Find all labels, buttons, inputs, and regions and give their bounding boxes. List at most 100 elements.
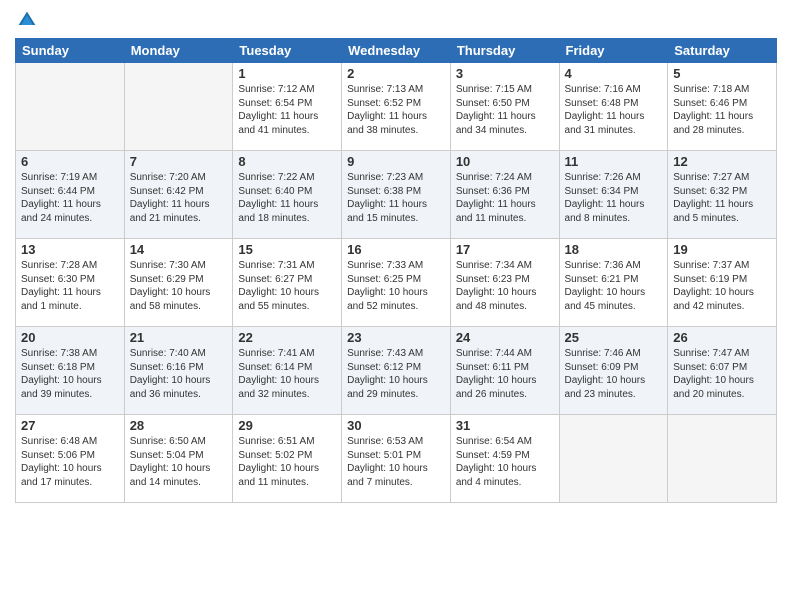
day-number: 5 [673,66,771,81]
cell-info: Sunrise: 7:13 AMSunset: 6:52 PMDaylight:… [347,83,445,137]
day-number: 14 [130,242,228,257]
day-number: 19 [673,242,771,257]
cell-info: Sunrise: 7:15 AMSunset: 6:50 PMDaylight:… [456,83,554,137]
calendar-cell: 18Sunrise: 7:36 AMSunset: 6:21 PMDayligh… [559,239,668,327]
cell-info: Sunrise: 7:33 AMSunset: 6:25 PMDaylight:… [347,259,445,313]
cell-info: Sunrise: 7:47 AMSunset: 6:07 PMDaylight:… [673,347,771,401]
calendar-cell: 12 Sunrise: 7:27 AMSunset: 6:32 PMDayligh… [668,151,777,239]
calendar-cell: 4 Sunrise: 7:16 AMSunset: 6:48 PMDaylight… [559,63,668,151]
cell-info: Sunrise: 7:34 AMSunset: 6:23 PMDaylight:… [456,259,554,313]
day-number: 17 [456,242,554,257]
cell-info: Sunrise: 6:54 AMSunset: 4:59 PMDaylight:… [456,435,554,489]
cell-info: Sunrise: 6:50 AMSunset: 5:04 PMDaylight:… [130,435,228,489]
calendar-cell: 17 Sunrise: 7:34 AMSunset: 6:23 PMDayligh… [450,239,559,327]
calendar-cell: 29Sunrise: 6:51 AMSunset: 5:02 PMDayligh… [233,415,342,503]
calendar-cell: 11Sunrise: 7:26 AMSunset: 6:34 PMDayligh… [559,151,668,239]
cell-info: Sunrise: 6:51 AMSunset: 5:02 PMDaylight:… [238,435,336,489]
cell-info: Sunrise: 7:23 AMSunset: 6:38 PMDaylight:… [347,171,445,225]
cell-info: Sunrise: 7:30 AMSunset: 6:29 PMDaylight:… [130,259,228,313]
day-number: 8 [238,154,336,169]
cell-info: Sunrise: 7:43 AMSunset: 6:12 PMDaylight:… [347,347,445,401]
calendar-week-row: 20 Sunrise: 7:38 AMSunset: 6:18 PMDayligh… [16,327,777,415]
cell-info: Sunrise: 7:20 AMSunset: 6:42 PMDaylight:… [130,171,228,225]
weekday-header-cell: Friday [559,39,668,63]
cell-info: Sunrise: 7:24 AMSunset: 6:36 PMDaylight:… [456,171,554,225]
cell-info: Sunrise: 7:46 AMSunset: 6:09 PMDaylight:… [565,347,663,401]
cell-info: Sunrise: 7:18 AMSunset: 6:46 PMDaylight:… [673,83,771,137]
cell-info: Sunrise: 7:19 AMSunset: 6:44 PMDaylight:… [21,171,119,225]
weekday-header-cell: Thursday [450,39,559,63]
calendar-cell: 25 Sunrise: 7:46 AMSunset: 6:09 PMDayligh… [559,327,668,415]
page: SundayMondayTuesdayWednesdayThursdayFrid… [0,0,792,612]
day-number: 26 [673,330,771,345]
cell-info: Sunrise: 7:36 AMSunset: 6:21 PMDaylight:… [565,259,663,313]
calendar-cell: 21Sunrise: 7:40 AMSunset: 6:16 PMDayligh… [124,327,233,415]
day-number: 20 [21,330,119,345]
calendar-cell: 15 Sunrise: 7:31 AMSunset: 6:27 PMDayligh… [233,239,342,327]
day-number: 1 [238,66,336,81]
day-number: 16 [347,242,445,257]
cell-info: Sunrise: 7:44 AMSunset: 6:11 PMDaylight:… [456,347,554,401]
day-number: 4 [565,66,663,81]
weekday-header-row: SundayMondayTuesdayWednesdayThursdayFrid… [16,39,777,63]
logo [15,10,37,30]
day-number: 28 [130,418,228,433]
calendar-cell: 14 Sunrise: 7:30 AMSunset: 6:29 PMDayligh… [124,239,233,327]
weekday-header-cell: Monday [124,39,233,63]
cell-info: Sunrise: 7:28 AMSunset: 6:30 PMDaylight:… [21,259,119,313]
calendar-cell: 26 Sunrise: 7:47 AMSunset: 6:07 PMDayligh… [668,327,777,415]
day-number: 13 [21,242,119,257]
cell-info: Sunrise: 6:53 AMSunset: 5:01 PMDaylight:… [347,435,445,489]
day-number: 3 [456,66,554,81]
cell-info: Sunrise: 7:31 AMSunset: 6:27 PMDaylight:… [238,259,336,313]
weekday-header-cell: Tuesday [233,39,342,63]
cell-info: Sunrise: 7:38 AMSunset: 6:18 PMDaylight:… [21,347,119,401]
calendar-week-row: 13 Sunrise: 7:28 AMSunset: 6:30 PMDayligh… [16,239,777,327]
day-number: 2 [347,66,445,81]
day-number: 10 [456,154,554,169]
calendar-week-row: 27 Sunrise: 6:48 AMSunset: 5:06 PMDayligh… [16,415,777,503]
cell-info: Sunrise: 7:22 AMSunset: 6:40 PMDaylight:… [238,171,336,225]
day-number: 11 [565,154,663,169]
day-number: 21 [130,330,228,345]
calendar-cell: 1 Sunrise: 7:12 AMSunset: 6:54 PMDaylight… [233,63,342,151]
calendar-cell: 30 Sunrise: 6:53 AMSunset: 5:01 PMDayligh… [342,415,451,503]
weekday-header-cell: Wednesday [342,39,451,63]
calendar-cell: 16 Sunrise: 7:33 AMSunset: 6:25 PMDayligh… [342,239,451,327]
calendar-cell [559,415,668,503]
day-number: 25 [565,330,663,345]
day-number: 22 [238,330,336,345]
calendar-cell [668,415,777,503]
calendar-table: SundayMondayTuesdayWednesdayThursdayFrid… [15,38,777,503]
day-number: 27 [21,418,119,433]
calendar-cell [16,63,125,151]
calendar-cell: 5 Sunrise: 7:18 AMSunset: 6:46 PMDaylight… [668,63,777,151]
calendar-cell: 13 Sunrise: 7:28 AMSunset: 6:30 PMDayligh… [16,239,125,327]
day-number: 9 [347,154,445,169]
cell-info: Sunrise: 7:12 AMSunset: 6:54 PMDaylight:… [238,83,336,137]
cell-info: Sunrise: 7:27 AMSunset: 6:32 PMDaylight:… [673,171,771,225]
day-number: 12 [673,154,771,169]
weekday-header-cell: Sunday [16,39,125,63]
day-number: 15 [238,242,336,257]
calendar-cell: 19 Sunrise: 7:37 AMSunset: 6:19 PMDayligh… [668,239,777,327]
calendar-body: 1 Sunrise: 7:12 AMSunset: 6:54 PMDaylight… [16,63,777,503]
day-number: 31 [456,418,554,433]
day-number: 7 [130,154,228,169]
day-number: 30 [347,418,445,433]
calendar-cell: 7 Sunrise: 7:20 AMSunset: 6:42 PMDaylight… [124,151,233,239]
calendar-cell: 2 Sunrise: 7:13 AMSunset: 6:52 PMDaylight… [342,63,451,151]
calendar-cell: 8 Sunrise: 7:22 AMSunset: 6:40 PMDaylight… [233,151,342,239]
calendar-week-row: 1 Sunrise: 7:12 AMSunset: 6:54 PMDaylight… [16,63,777,151]
day-number: 23 [347,330,445,345]
cell-info: Sunrise: 7:37 AMSunset: 6:19 PMDaylight:… [673,259,771,313]
calendar-cell: 6 Sunrise: 7:19 AMSunset: 6:44 PMDaylight… [16,151,125,239]
cell-info: Sunrise: 7:16 AMSunset: 6:48 PMDaylight:… [565,83,663,137]
cell-info: Sunrise: 7:41 AMSunset: 6:14 PMDaylight:… [238,347,336,401]
day-number: 6 [21,154,119,169]
calendar-cell: 20 Sunrise: 7:38 AMSunset: 6:18 PMDayligh… [16,327,125,415]
cell-info: Sunrise: 6:48 AMSunset: 5:06 PMDaylight:… [21,435,119,489]
calendar-cell: 27 Sunrise: 6:48 AMSunset: 5:06 PMDayligh… [16,415,125,503]
calendar-cell: 22 Sunrise: 7:41 AMSunset: 6:14 PMDayligh… [233,327,342,415]
calendar-cell: 24Sunrise: 7:44 AMSunset: 6:11 PMDayligh… [450,327,559,415]
